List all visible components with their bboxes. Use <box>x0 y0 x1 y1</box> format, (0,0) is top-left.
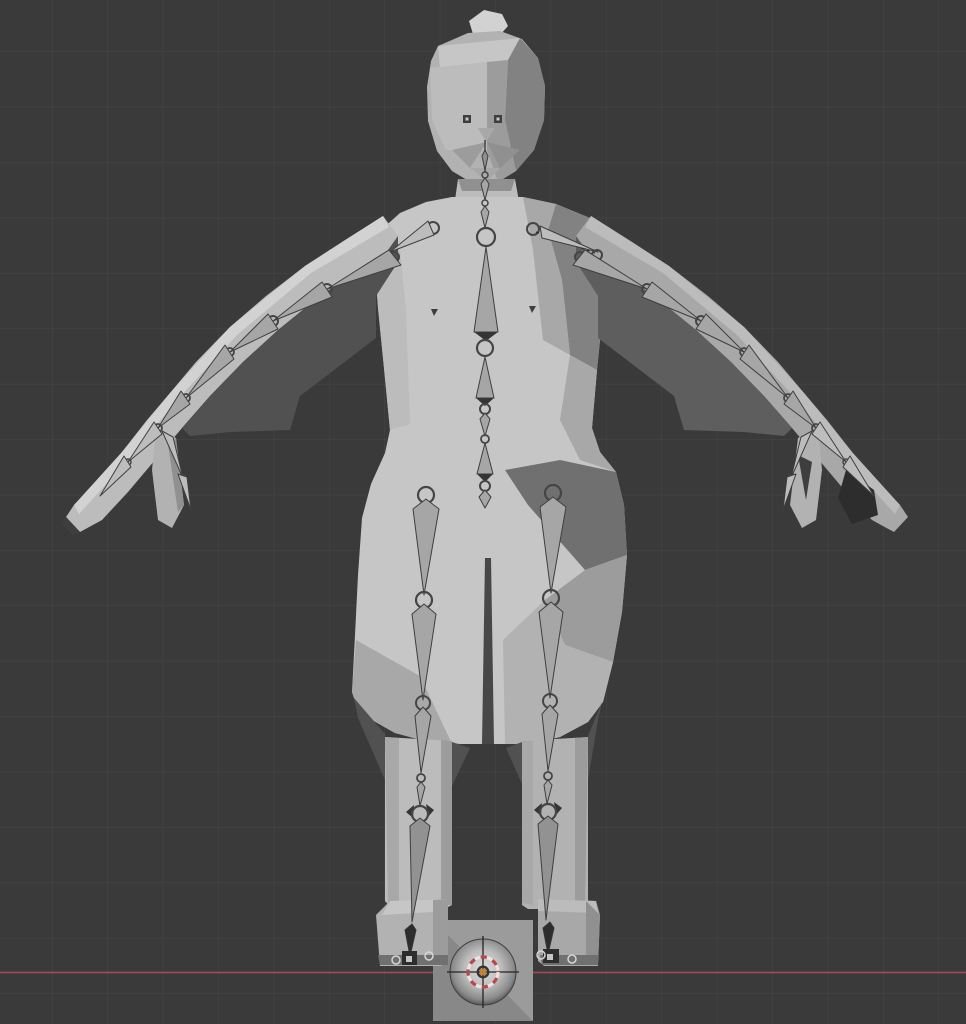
mesh-facet <box>547 954 553 960</box>
viewport-canvas[interactable] <box>0 0 966 1024</box>
mesh-facet <box>441 740 452 905</box>
eye-left-highlight <box>466 118 469 121</box>
mesh-facet <box>522 741 533 905</box>
mesh-facet <box>406 956 412 962</box>
cursor-center-dot <box>480 969 486 975</box>
mesh-facet <box>433 899 448 964</box>
eye-right-highlight <box>497 118 500 121</box>
viewport-3d[interactable] <box>0 0 966 1024</box>
